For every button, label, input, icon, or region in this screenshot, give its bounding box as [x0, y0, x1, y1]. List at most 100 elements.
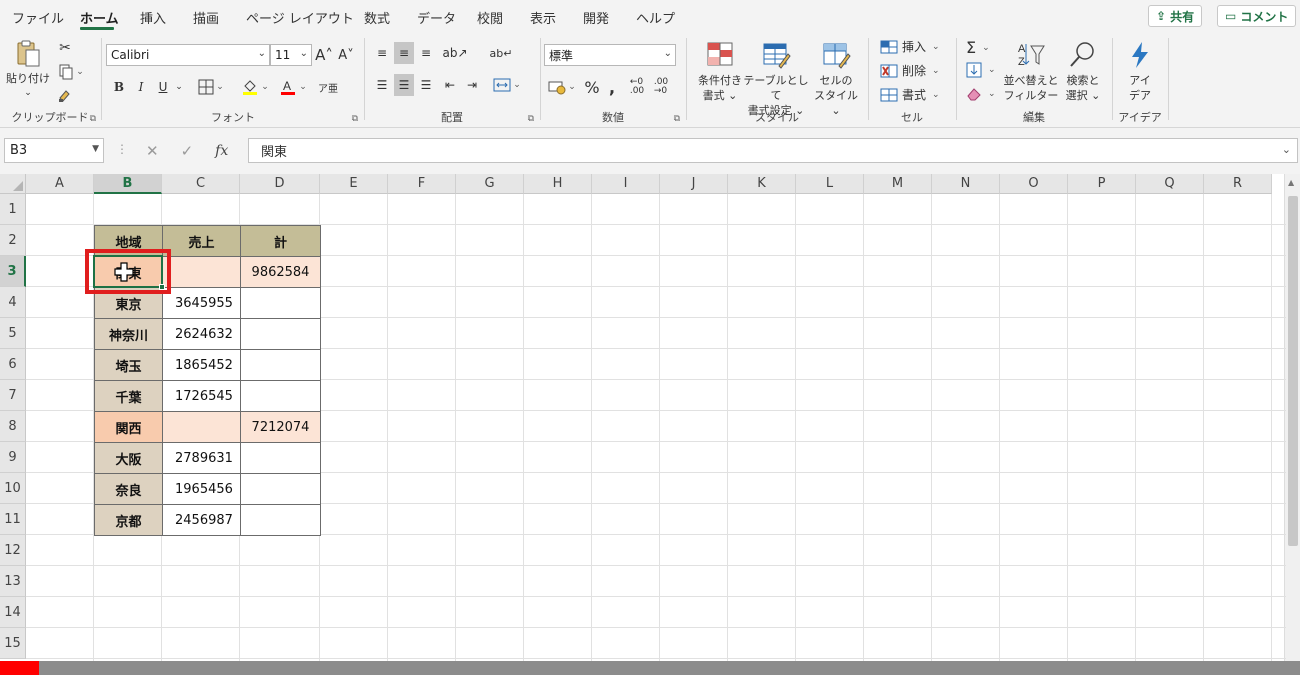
conditional-formatting-button[interactable]: 条件付き 書式 ⌄ [692, 40, 748, 103]
column-header-L[interactable]: L [796, 174, 864, 194]
percent-button[interactable]: % [582, 76, 602, 98]
fill-color-button[interactable]: ⌄ [238, 76, 272, 98]
decrease-indent-button[interactable]: ⇤ [440, 74, 460, 96]
region-cell[interactable]: 京都 [94, 504, 163, 536]
total-cell[interactable] [240, 473, 321, 505]
total-cell[interactable] [240, 442, 321, 474]
tab-help[interactable]: ヘルプ [636, 8, 675, 27]
sales-cell[interactable]: 2789631 [162, 442, 241, 474]
italic-button[interactable]: I [132, 76, 150, 98]
format-cells-button[interactable]: 書式 ⌄ [880, 86, 940, 103]
tab-formulas[interactable]: 数式 [364, 8, 390, 27]
clear-button[interactable]: ⌄ [966, 86, 996, 102]
shrink-font-button[interactable]: A˅ [336, 44, 356, 66]
align-middle-button[interactable]: ≡ [394, 42, 414, 64]
sales-cell[interactable]: 3645955 [162, 287, 241, 319]
comment-button[interactable]: ▭ コメント [1217, 5, 1297, 27]
select-all-button[interactable] [0, 174, 26, 194]
paste-button[interactable]: 貼り付け ⌄ [6, 38, 50, 101]
tab-data[interactable]: データ [417, 8, 456, 27]
formula-input[interactable]: 関東 ⌄ [248, 138, 1298, 163]
font-launcher-icon[interactable]: ⧉ [352, 114, 358, 124]
column-header-Q[interactable]: Q [1136, 174, 1204, 194]
find-select-button[interactable]: 検索と 選択 ⌄ [1060, 40, 1106, 103]
alignment-launcher-icon[interactable]: ⧉ [528, 114, 534, 124]
table-header-cell[interactable]: 計 [240, 225, 321, 257]
column-header-I[interactable]: I [592, 174, 660, 194]
column-header-P[interactable]: P [1068, 174, 1136, 194]
align-center-button[interactable]: ☰ [394, 74, 414, 96]
tab-file[interactable]: ファイル [12, 8, 64, 27]
sales-cell[interactable]: 1726545 [162, 380, 241, 412]
cut-button[interactable]: ✂ [56, 38, 74, 58]
accounting-format-button[interactable]: ⌄ [546, 76, 578, 98]
region-cell[interactable]: 関東 [94, 256, 163, 288]
sales-cell[interactable]: 1865452 [162, 349, 241, 381]
bold-button[interactable]: B [110, 76, 128, 98]
column-header-M[interactable]: M [864, 174, 932, 194]
total-cell[interactable]: 7212074 [240, 411, 321, 443]
row-header-14[interactable]: 14 [0, 597, 26, 628]
column-header-E[interactable]: E [320, 174, 388, 194]
column-header-K[interactable]: K [728, 174, 796, 194]
row-header-1[interactable]: 1 [0, 194, 26, 225]
column-header-D[interactable]: D [240, 174, 320, 194]
tab-page-layout[interactable]: ページ レイアウト [246, 8, 354, 27]
vertical-scrollbar[interactable]: ▲ [1284, 174, 1300, 661]
tab-draw[interactable]: 描画 [193, 8, 219, 27]
comma-style-button[interactable]: , [604, 76, 620, 98]
tab-review[interactable]: 校閲 [477, 8, 503, 27]
orientation-button[interactable]: ab↗ [440, 42, 470, 64]
column-header-J[interactable]: J [660, 174, 728, 194]
row-header-8[interactable]: 8 [0, 411, 26, 442]
decrease-decimal-button[interactable]: .00 →0 [650, 76, 672, 98]
region-cell[interactable]: 奈良 [94, 473, 163, 505]
checkmark-icon[interactable]: ✓ [181, 142, 194, 160]
increase-indent-button[interactable]: ⇥ [462, 74, 482, 96]
sales-cell[interactable] [162, 256, 241, 288]
sales-cell[interactable]: 2456987 [162, 504, 241, 536]
number-launcher-icon[interactable]: ⧉ [674, 114, 680, 124]
insert-cells-button[interactable]: 挿入 ⌄ [880, 38, 940, 55]
scroll-up-icon[interactable]: ▲ [1288, 178, 1294, 187]
row-header-9[interactable]: 9 [0, 442, 26, 473]
increase-decimal-button[interactable]: ←0.00 [626, 76, 648, 98]
sort-filter-button[interactable]: A Z 並べ替えと フィルター ⌄ [1002, 40, 1060, 118]
row-header-10[interactable]: 10 [0, 473, 26, 504]
autosum-button[interactable]: Σ ⌄ [966, 38, 990, 57]
total-cell[interactable] [240, 287, 321, 319]
borders-button[interactable]: ⌄ [194, 76, 228, 98]
insert-function-icon[interactable]: fx [215, 143, 228, 159]
merge-center-button[interactable]: ⌄ [490, 74, 524, 96]
tab-view[interactable]: 表示 [530, 8, 556, 27]
row-header-6[interactable]: 6 [0, 349, 26, 380]
format-as-table-button[interactable]: テーブルとして 書式設定 ⌄ [742, 40, 810, 118]
row-header-12[interactable]: 12 [0, 535, 26, 566]
region-cell[interactable]: 埼玉 [94, 349, 163, 381]
column-header-R[interactable]: R [1204, 174, 1272, 194]
total-cell[interactable] [240, 318, 321, 350]
region-cell[interactable]: 大阪 [94, 442, 163, 474]
region-cell[interactable]: 東京 [94, 287, 163, 319]
region-cell[interactable]: 神奈川 [94, 318, 163, 350]
total-cell[interactable] [240, 349, 321, 381]
tab-home[interactable]: ホーム [80, 8, 119, 27]
underline-button[interactable]: U [154, 76, 172, 98]
row-header-3[interactable]: 3 [0, 256, 26, 287]
row-header-11[interactable]: 11 [0, 504, 26, 535]
row-header-15[interactable]: 15 [0, 628, 26, 659]
share-button[interactable]: ⇪ 共有 [1148, 5, 1203, 27]
row-header-13[interactable]: 13 [0, 566, 26, 597]
column-header-G[interactable]: G [456, 174, 524, 194]
fill-handle[interactable] [159, 284, 165, 290]
underline-dropdown-icon[interactable]: ⌄ [174, 76, 184, 98]
row-header-2[interactable]: 2 [0, 225, 26, 256]
font-color-button[interactable]: A ⌄ [276, 76, 310, 98]
align-right-button[interactable]: ☰ [416, 74, 436, 96]
spreadsheet-grid[interactable]: ▲ A B C D E F G H I J K L M N O P Q R 1 2 3 4 5 6 7 8 9 10 11 12 13 14 1… [0, 174, 1300, 661]
copy-button[interactable]: ⌄ [54, 62, 88, 82]
column-header-C[interactable]: C [162, 174, 240, 194]
column-header-B[interactable]: B [94, 174, 162, 194]
region-cell[interactable]: 千葉 [94, 380, 163, 412]
row-header-7[interactable]: 7 [0, 380, 26, 411]
